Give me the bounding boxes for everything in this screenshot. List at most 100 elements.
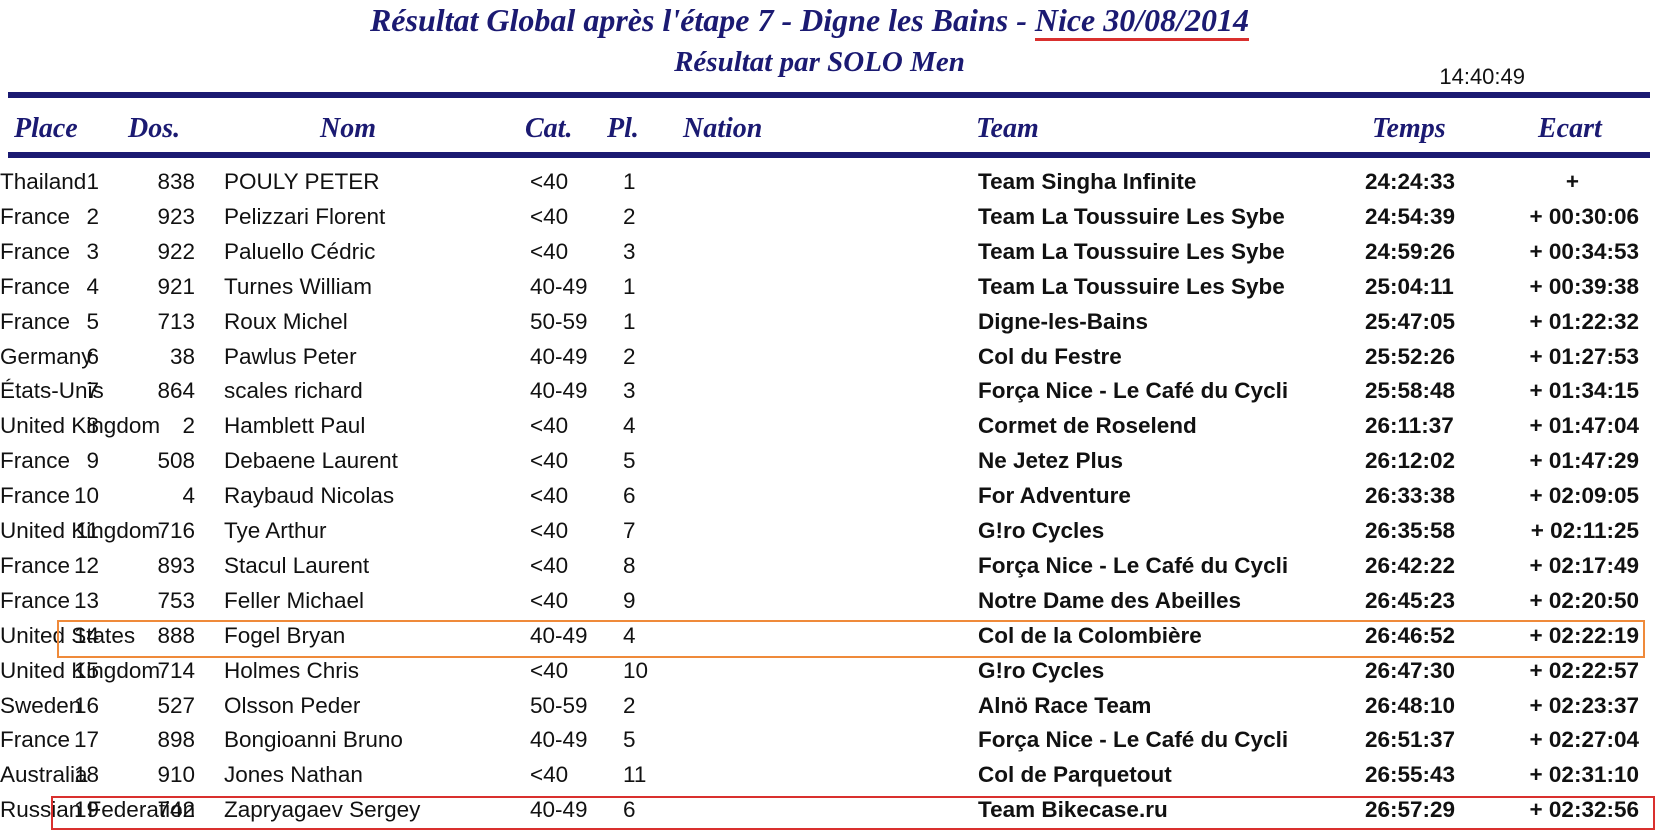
header-nom: Nom	[320, 113, 376, 144]
cell-team: Alnö Race Team	[978, 692, 1152, 718]
cell-cat: <40	[530, 657, 569, 683]
cell-dos: 921	[157, 273, 195, 299]
cell-pl: 6	[623, 483, 636, 509]
cell-cat: 40-49	[530, 273, 588, 299]
top-divider	[8, 92, 1650, 98]
cell-nation: France	[0, 483, 71, 509]
cell-nation: United States	[0, 622, 136, 648]
cell-nation: France	[0, 273, 71, 299]
cell-nation: France	[0, 727, 71, 753]
cell-pl: 8	[623, 552, 636, 578]
cell-ecart: + 01:27:53	[1529, 343, 1639, 369]
cell-temps: 26:42:22	[1365, 552, 1456, 578]
cell-team: For Adventure	[978, 483, 1131, 509]
cell-temps: 26:47:30	[1365, 657, 1456, 683]
cell-temps: 24:59:26	[1365, 238, 1456, 264]
cell-pl: 4	[623, 622, 636, 648]
table-row: 18 910 Jones Nathan <40 11 Australia Col de Pa…	[0, 758, 1659, 793]
cell-nom: Pawlus Peter	[224, 343, 357, 369]
cell-pl: 3	[623, 378, 636, 404]
cell-ecart: + 02:17:49	[1529, 552, 1639, 578]
cell-nation: France	[0, 203, 71, 229]
header-dos: Dos.	[128, 113, 181, 144]
table-row: 2 923 Pelizzari Florent <40 2 France Team La T…	[0, 200, 1659, 235]
cell-place: 3	[86, 238, 99, 264]
cell-cat: <40	[530, 169, 569, 194]
cell-nom: Turnes William	[224, 273, 372, 299]
cell-ecart: + 02:31:10	[1529, 762, 1639, 788]
cell-dos: 864	[157, 378, 195, 404]
table-row: 16 527 Olsson Peder 50-59 2 Sweden Alnö Race T…	[0, 689, 1659, 724]
table-row: 4 921 Turnes William 40-49 1 France Team La To…	[0, 270, 1659, 305]
cell-team: Team Bikecase.ru	[978, 797, 1168, 823]
cell-team: Team La Toussuire Les Sybe	[978, 238, 1285, 264]
cell-ecart: + 01:22:32	[1529, 308, 1639, 334]
cell-pl: 1	[623, 169, 636, 194]
cell-ecart: + 00:30:06	[1529, 203, 1639, 229]
cell-nom: Tye Arthur	[224, 518, 327, 543]
cell-pl: 6	[623, 797, 636, 823]
cell-nation: France	[0, 238, 71, 264]
cell-temps: 26:35:58	[1365, 518, 1456, 543]
cell-place: 12	[73, 552, 99, 578]
cell-nom: Raybaud Nicolas	[224, 483, 395, 509]
cell-nation: France	[0, 308, 71, 334]
cell-cat: <40	[530, 448, 569, 474]
cell-pl: 2	[623, 343, 636, 369]
cell-cat: 50-59	[530, 692, 588, 718]
cell-dos: 753	[157, 587, 195, 613]
cell-ecart: + 02:22:57	[1529, 657, 1639, 683]
table-row: 15 714 Holmes Chris <40 10 United Kingdom G!ro…	[0, 654, 1659, 689]
cell-cat: 40-49	[530, 727, 588, 753]
title-main: Résultat Global après l'étape 7 - Digne …	[369, 2, 1035, 38]
table-row: 17 898 Bongioanni Bruno 40-49 5 France Força N…	[0, 723, 1659, 758]
cell-cat: <40	[530, 762, 569, 788]
cell-cat: <40	[530, 587, 569, 613]
cell-nation: United Kingdom	[0, 413, 161, 439]
cell-nation: France	[0, 448, 71, 474]
header-nation: Nation	[683, 113, 763, 144]
cell-pl: 1	[623, 273, 636, 299]
table-row: 6 38 Pawlus Peter 40-49 2 Germany Col du Festr…	[0, 340, 1659, 375]
cell-nom: Paluello Cédric	[224, 238, 376, 264]
cell-ecart: + 02:32:56	[1529, 797, 1639, 823]
header-temps: Temps	[1372, 113, 1446, 144]
cell-place: 2	[86, 203, 99, 229]
cell-team: Força Nice - Le Café du Cycli	[978, 727, 1289, 753]
table-row: 5 713 Roux Michel 50-59 1 France Digne-les-Bai…	[0, 305, 1659, 340]
cell-cat: <40	[530, 238, 569, 264]
cell-ecart: + 01:47:29	[1529, 448, 1639, 474]
cell-pl: 4	[623, 413, 636, 439]
cell-dos: 923	[157, 203, 195, 229]
cell-nation: France	[0, 552, 71, 578]
cell-cat: <40	[530, 483, 569, 509]
cell-temps: 26:55:43	[1365, 762, 1456, 788]
table-row: 14 888 Fogel Bryan 40-49 4 United States Col d…	[0, 619, 1659, 654]
cell-place: 5	[86, 308, 99, 334]
cell-nom: Stacul Laurent	[224, 552, 370, 578]
cell-ecart: + 00:34:53	[1529, 238, 1639, 264]
cell-pl: 2	[623, 203, 636, 229]
cell-dos: 527	[157, 692, 195, 718]
page-title: Résultat Global après l'étape 7 - Digne …	[0, 2, 1639, 41]
header-divider	[8, 152, 1650, 158]
cell-nom: Jones Nathan	[224, 762, 363, 788]
cell-pl: 5	[623, 727, 636, 753]
cell-dos: 838	[157, 169, 195, 194]
header-pl: Pl.	[607, 113, 639, 144]
header-place: Place	[14, 113, 78, 144]
cell-temps: 26:46:52	[1365, 622, 1456, 648]
cell-temps: 26:33:38	[1365, 483, 1456, 509]
cell-nom: Bongioanni Bruno	[224, 727, 403, 753]
cell-dos: 922	[157, 238, 195, 264]
cell-ecart: + 02:09:05	[1529, 483, 1639, 509]
cell-team: Col de Parquetout	[978, 762, 1172, 788]
cell-place: 13	[73, 587, 99, 613]
header-ecart: Ecart	[1538, 113, 1602, 144]
table-row: 19 742 Zapryagaev Sergey 40-49 6 Russian Fede…	[0, 793, 1659, 828]
cell-temps: 24:24:33	[1365, 169, 1456, 194]
header-cat: Cat.	[525, 113, 573, 144]
cell-temps: 26:45:23	[1365, 587, 1456, 613]
cell-team: Digne-les-Bains	[978, 308, 1149, 334]
cell-temps: 26:11:37	[1365, 413, 1454, 439]
